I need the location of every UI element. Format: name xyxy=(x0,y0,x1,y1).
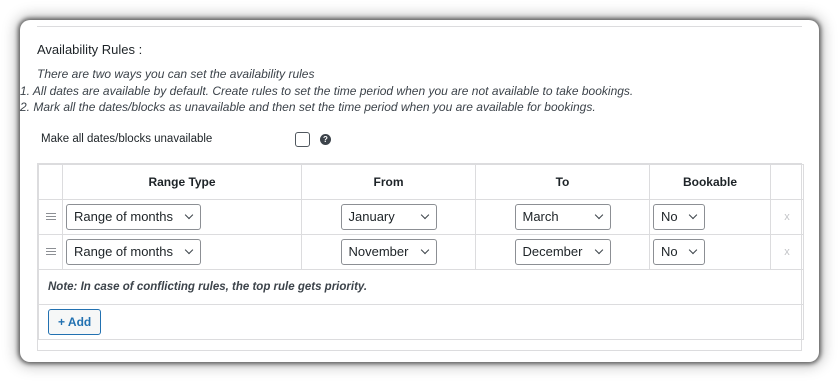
chevron-down-icon xyxy=(688,245,698,255)
drag-handle-icon xyxy=(45,213,56,220)
add-rule-button[interactable]: + Add xyxy=(48,309,102,335)
header-delete xyxy=(770,164,804,200)
table-header-row: Range Type From To Bookable xyxy=(38,164,804,200)
chevron-down-icon xyxy=(184,210,194,220)
chevron-down-icon xyxy=(688,210,698,220)
chevron-down-icon xyxy=(594,245,603,255)
from-month-select[interactable]: January xyxy=(340,204,437,230)
header-from: From xyxy=(301,164,476,200)
table-row: Range of months November December No x xyxy=(38,234,804,270)
drag-handle[interactable] xyxy=(38,234,63,270)
instruction-option-2: 2. Mark all the dates/blocks as unavaila… xyxy=(20,100,596,114)
table-row: Range of months January March No x xyxy=(38,199,804,235)
question-circle-icon[interactable]: ? xyxy=(320,134,331,145)
from-month-select[interactable]: November xyxy=(340,239,437,265)
conflict-note: Note: In case of conflicting rules, the … xyxy=(38,269,804,305)
to-month-select[interactable]: December xyxy=(514,239,611,265)
bookable-select[interactable]: No xyxy=(653,239,705,265)
unavailable-toggle-row: Make all dates/blocks unavailable ? xyxy=(41,132,361,150)
header-range-type: Range Type xyxy=(62,164,302,200)
availability-rules-table: Range Type From To Bookable Range of mon… xyxy=(37,163,804,351)
section-title: Availability Rules : xyxy=(37,42,143,57)
range-type-select[interactable]: Range of months xyxy=(66,239,201,265)
availability-panel: Availability Rules : There are two ways … xyxy=(20,20,819,362)
add-row: + Add xyxy=(38,304,804,340)
unavailable-checkbox[interactable] xyxy=(295,132,310,147)
chevron-down-icon xyxy=(594,210,603,220)
unavailable-toggle-label: Make all dates/blocks unavailable xyxy=(41,133,213,145)
chevron-down-icon xyxy=(184,245,194,255)
drag-handle[interactable] xyxy=(38,199,63,235)
bookable-select[interactable]: No xyxy=(653,204,705,230)
delete-rule-button[interactable]: x xyxy=(770,234,804,270)
header-to: To xyxy=(475,164,650,200)
top-divider xyxy=(37,26,802,27)
note-row: Note: In case of conflicting rules, the … xyxy=(38,269,804,305)
instructions: There are two ways you can set the avail… xyxy=(20,66,819,116)
instruction-intro: There are two ways you can set the avail… xyxy=(37,67,315,81)
header-bookable: Bookable xyxy=(649,164,771,200)
to-month-select[interactable]: March xyxy=(514,204,611,230)
chevron-down-icon xyxy=(420,245,429,255)
delete-rule-button[interactable]: x xyxy=(770,199,804,235)
range-type-select[interactable]: Range of months xyxy=(66,204,201,230)
chevron-down-icon xyxy=(420,210,429,220)
header-handle xyxy=(38,164,63,200)
drag-handle-icon xyxy=(45,248,56,255)
instruction-option-1: 1. All dates are available by default. C… xyxy=(20,83,634,98)
